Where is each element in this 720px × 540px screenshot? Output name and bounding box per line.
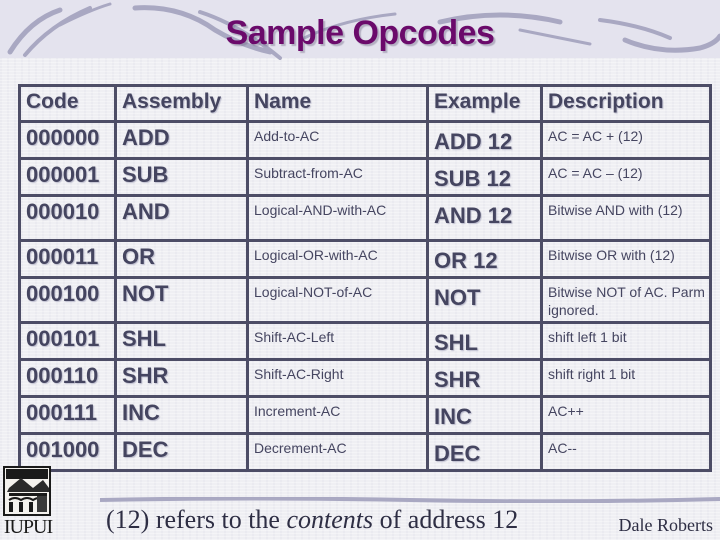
cell-example: SUB 12 bbox=[426, 157, 543, 197]
header-code: Code bbox=[18, 84, 117, 123]
cell-description: Bitwise OR with (12) bbox=[540, 239, 712, 279]
author-name: Dale Roberts bbox=[618, 515, 713, 535]
table-row: 000001 SUB Subtract-from-AC SUB 12 AC = … bbox=[18, 157, 712, 197]
cell-assembly: SUB bbox=[114, 157, 249, 197]
cell-name: Shift-AC-Left bbox=[246, 321, 429, 361]
cell-code: 000100 bbox=[18, 276, 117, 324]
cell-assembly: SHR bbox=[114, 358, 249, 398]
logo-text: IUPUI bbox=[3, 516, 53, 538]
cell-example: OR 12 bbox=[426, 239, 543, 279]
table-row: 000011 OR Logical-OR-with-AC OR 12 Bitwi… bbox=[18, 239, 712, 279]
cell-example: SHL bbox=[426, 321, 543, 361]
cell-code: 000110 bbox=[18, 358, 117, 398]
cell-example: DEC bbox=[426, 432, 543, 472]
cell-name: Add-to-AC bbox=[246, 120, 429, 160]
table-row: 000110 SHR Shift-AC-Right SHR shift righ… bbox=[18, 358, 712, 398]
cell-name: Logical-NOT-of-AC bbox=[246, 276, 429, 324]
cell-name: Logical-OR-with-AC bbox=[246, 239, 429, 279]
table-row: 000101 SHL Shift-AC-Left SHL shift left … bbox=[18, 321, 712, 361]
header-example: Example bbox=[426, 84, 543, 123]
header-assembly: Assembly bbox=[114, 84, 249, 123]
cell-description: AC++ bbox=[540, 395, 712, 435]
cell-code: 000111 bbox=[18, 395, 117, 435]
cell-assembly: DEC bbox=[114, 432, 249, 472]
header-name: Name bbox=[246, 84, 429, 123]
cell-assembly: SHL bbox=[114, 321, 249, 361]
cell-example: INC bbox=[426, 395, 543, 435]
cell-assembly: AND bbox=[114, 194, 249, 242]
cell-code: 000000 bbox=[18, 120, 117, 160]
header-description: Description bbox=[540, 84, 712, 123]
cell-description: shift right 1 bit bbox=[540, 358, 712, 398]
table-row: 000000 ADD Add-to-AC ADD 12 AC = AC + (1… bbox=[18, 120, 712, 160]
cell-name: Shift-AC-Right bbox=[246, 358, 429, 398]
cell-assembly: NOT bbox=[114, 276, 249, 324]
cell-code: 001000 bbox=[18, 432, 117, 472]
table-header-row: Code Assembly Name Example Description bbox=[18, 84, 712, 123]
footnote: (12) refers to the contents of address 1… bbox=[106, 505, 518, 535]
cell-code: 000011 bbox=[18, 239, 117, 279]
cell-description: AC-- bbox=[540, 432, 712, 472]
footnote-prefix: (12) refers to the bbox=[106, 505, 287, 534]
cell-name: Logical-AND-with-AC bbox=[246, 194, 429, 242]
footnote-suffix: of address 12 bbox=[373, 505, 519, 534]
opcodes-table: Code Assembly Name Example Description 0… bbox=[18, 84, 712, 472]
cell-description: AC = AC – (12) bbox=[540, 157, 712, 197]
footnote-emphasis: contents bbox=[286, 505, 374, 534]
table-row: 000100 NOT Logical-NOT-of-AC NOT Bitwise… bbox=[18, 276, 712, 324]
cell-description: Bitwise AND with (12) bbox=[540, 194, 712, 242]
cell-description: Bitwise NOT of AC. Parm ignored. bbox=[540, 276, 712, 324]
cell-example: AND 12 bbox=[426, 194, 543, 242]
cell-example: SHR bbox=[426, 358, 543, 398]
table-row: 001000 DEC Decrement-AC DEC AC-- bbox=[18, 432, 712, 472]
cell-description: shift left 1 bit bbox=[540, 321, 712, 361]
cell-example: NOT bbox=[426, 276, 543, 324]
cell-code: 000101 bbox=[18, 321, 117, 361]
table-row: 000010 AND Logical-AND-with-AC AND 12 Bi… bbox=[18, 194, 712, 242]
cell-name: Subtract-from-AC bbox=[246, 157, 429, 197]
table-row: 000111 INC Increment-AC INC AC++ bbox=[18, 395, 712, 435]
cell-name: Increment-AC bbox=[246, 395, 429, 435]
cell-description: AC = AC + (12) bbox=[540, 120, 712, 160]
cell-assembly: OR bbox=[114, 239, 249, 279]
cell-code: 000010 bbox=[18, 194, 117, 242]
cell-assembly: INC bbox=[114, 395, 249, 435]
cell-example: ADD 12 bbox=[426, 120, 543, 160]
cell-name: Decrement-AC bbox=[246, 432, 429, 472]
cell-assembly: ADD bbox=[114, 120, 249, 160]
slide-title: Sample Opcodes bbox=[225, 14, 495, 52]
cell-code: 000001 bbox=[18, 157, 117, 197]
divider-swoosh bbox=[100, 497, 720, 503]
